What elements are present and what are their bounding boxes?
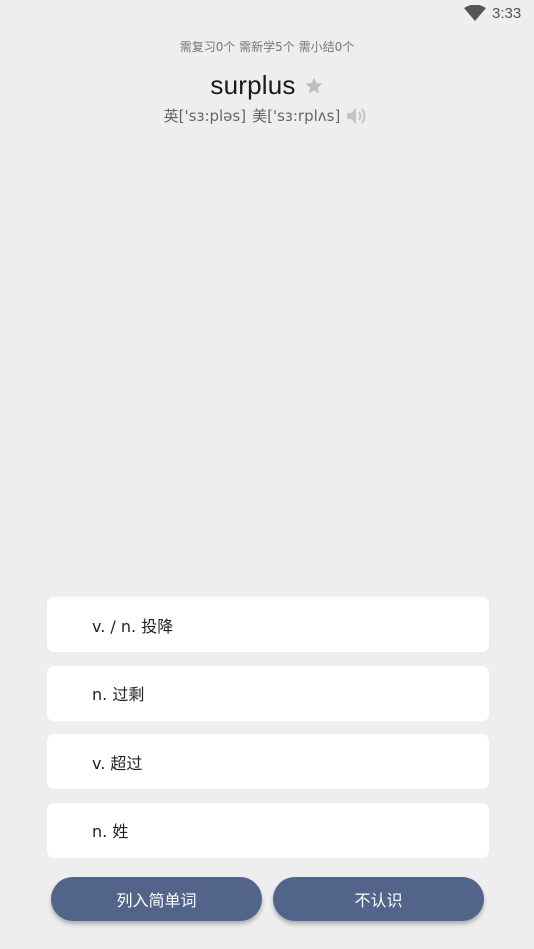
phonetic-uk-label: 英 xyxy=(163,107,179,125)
phonetic-us-label: 美 xyxy=(252,107,268,125)
option-4[interactable]: n. 姓 xyxy=(47,802,489,858)
star-icon[interactable] xyxy=(304,76,324,96)
word-header: surplus xyxy=(0,70,534,101)
phonetic-us: ['sɜ:rplʌs] xyxy=(267,106,341,125)
phonetic-uk: ['sɜ:pləs] xyxy=(178,106,247,125)
option-1[interactable]: v. / n. 投降 xyxy=(47,597,489,652)
bottom-actions: 列入简单词 不认识 xyxy=(51,877,484,921)
status-bar: 3:33 xyxy=(0,0,534,28)
status-time: 3:33 xyxy=(492,5,522,22)
unknown-button[interactable]: 不认识 xyxy=(273,877,484,921)
option-2[interactable]: n. 过剩 xyxy=(47,665,489,721)
progress-summary: 需复习0个 需新学5个 需小结0个 xyxy=(179,40,355,54)
phonetic-row: 英 ['sɜ:pləs] 美 ['sɜ:rplʌs] xyxy=(0,105,534,126)
speaker-icon[interactable] xyxy=(346,106,370,126)
wifi-icon xyxy=(464,5,486,21)
mark-easy-button[interactable]: 列入简单词 xyxy=(51,877,262,921)
option-3[interactable]: v. 超过 xyxy=(47,734,489,789)
word-title: surplus xyxy=(210,70,296,100)
answer-options: v. / n. 投降 n. 过剩 v. 超过 n. 姓 xyxy=(47,597,489,871)
